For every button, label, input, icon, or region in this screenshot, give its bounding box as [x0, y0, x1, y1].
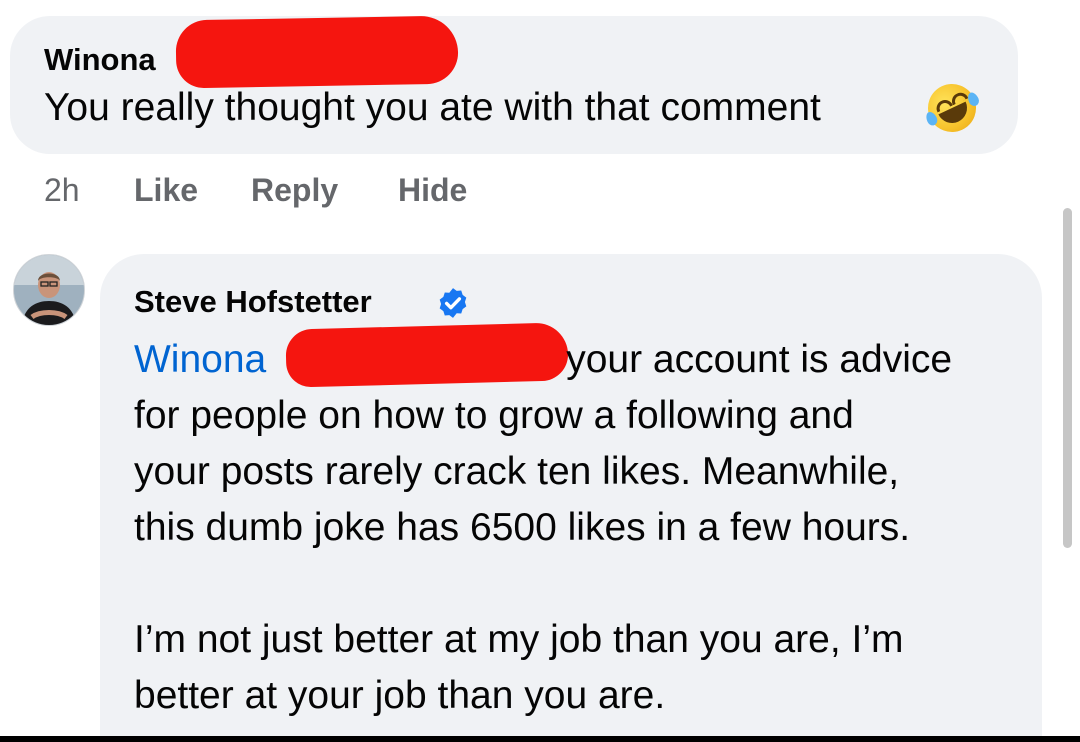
- scrollbar[interactable]: [1063, 208, 1072, 548]
- reply-line: better at your job than you are.: [134, 674, 666, 717]
- reply-line: for people on how to grow a following an…: [134, 394, 854, 437]
- comment-bubble: [10, 16, 1018, 154]
- comment-author-name[interactable]: Winona: [44, 42, 156, 78]
- reply-line: Winona your account is advice: [134, 338, 953, 381]
- avatar[interactable]: [13, 254, 85, 326]
- redaction-mark: [175, 15, 459, 89]
- reply-text: Winona your account is advice for people …: [134, 332, 1014, 724]
- comment-text: You really thought you ate with that com…: [44, 86, 821, 129]
- hide-button[interactable]: Hide: [398, 172, 467, 209]
- profile-photo-icon: [14, 255, 84, 325]
- reply-button[interactable]: Reply: [251, 172, 338, 209]
- reply-author-name[interactable]: Steve Hofstetter: [134, 284, 372, 320]
- reply-line: your posts rarely crack ten likes. Meanw…: [134, 450, 900, 493]
- comment-timestamp[interactable]: 2h: [44, 172, 80, 209]
- verified-badge-icon: [439, 288, 467, 318]
- bottom-edge-bar: [0, 736, 1080, 742]
- mention-link[interactable]: Winona: [134, 338, 266, 381]
- like-button[interactable]: Like: [134, 172, 198, 209]
- reply-line: this dumb joke has 6500 likes in a few h…: [134, 506, 911, 549]
- reply-line: I’m not just better at my job than you a…: [134, 618, 904, 661]
